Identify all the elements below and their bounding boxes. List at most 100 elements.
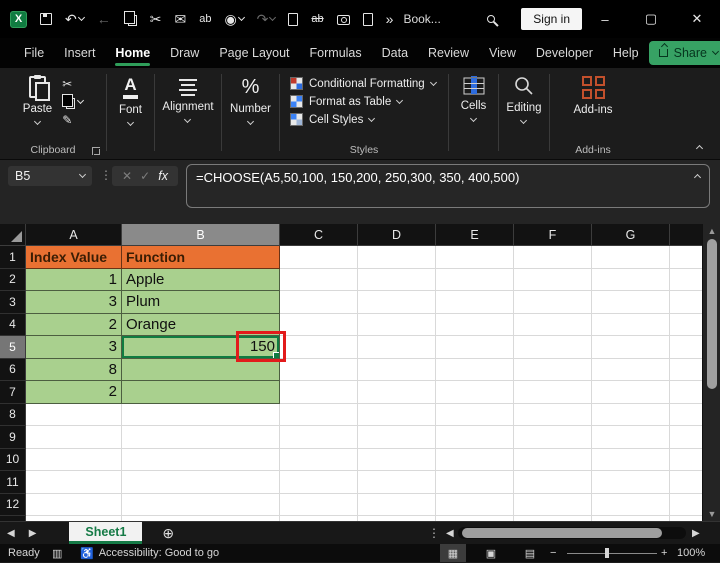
cell-partial-3[interactable] <box>670 291 702 314</box>
cell-G5[interactable] <box>592 336 670 359</box>
addins-button[interactable]: Add-ins <box>574 76 613 116</box>
clipboard-dialog-launcher[interactable] <box>92 147 100 155</box>
camera-icon[interactable] <box>337 13 350 25</box>
cell-B12[interactable] <box>122 494 280 517</box>
row-header-3[interactable]: 3 <box>0 291 26 314</box>
minimize-button[interactable]: – <box>582 0 628 38</box>
enter-icon[interactable]: ✓ <box>140 169 150 183</box>
tab-developer[interactable]: Developer <box>526 40 603 67</box>
replace-icon[interactable]: ab <box>199 13 211 25</box>
tab-review[interactable]: Review <box>418 40 479 67</box>
cell-C10[interactable] <box>280 449 358 472</box>
tab-formulas[interactable]: Formulas <box>300 40 372 67</box>
touch-mode-icon[interactable]: ◉ <box>224 11 243 28</box>
cell-F11[interactable] <box>514 471 592 494</box>
cell-E10[interactable] <box>436 449 514 472</box>
page-layout-view-button[interactable]: ▣ <box>478 544 504 562</box>
cell-F8[interactable] <box>514 404 592 427</box>
zoom-slider-thumb[interactable] <box>605 548 609 558</box>
cell-E7[interactable] <box>436 381 514 404</box>
cell-C6[interactable] <box>280 359 358 382</box>
cell-F5[interactable] <box>514 336 592 359</box>
save-icon[interactable] <box>40 13 52 25</box>
cell-E12[interactable] <box>436 494 514 517</box>
cell-B8[interactable] <box>122 404 280 427</box>
row-header-1[interactable]: 1 <box>0 246 26 269</box>
column-header-B[interactable]: B <box>122 224 280 246</box>
cell-B2[interactable]: Apple <box>122 269 280 292</box>
close-button[interactable]: ✕ <box>674 0 720 38</box>
cell-styles-button[interactable]: Cell Styles <box>290 113 448 126</box>
cell-partial-8[interactable] <box>670 404 702 427</box>
share-button[interactable]: Share <box>649 41 720 65</box>
select-all-corner[interactable] <box>0 224 26 246</box>
cell-A3[interactable]: 3 <box>26 291 122 314</box>
row-header-9[interactable]: 9 <box>0 426 26 449</box>
cell-E1[interactable] <box>436 246 514 269</box>
cell-G4[interactable] <box>592 314 670 337</box>
cell-partial-2[interactable] <box>670 269 702 292</box>
sheet-nav-right-icon[interactable]: ▶ <box>22 528 44 539</box>
column-header-partial[interactable] <box>670 224 702 246</box>
cell-G3[interactable] <box>592 291 670 314</box>
row-header-12[interactable]: 12 <box>0 494 26 517</box>
cell-F3[interactable] <box>514 291 592 314</box>
horizontal-scroll-thumb[interactable] <box>462 528 662 538</box>
cell-D2[interactable] <box>358 269 436 292</box>
cell-G1[interactable] <box>592 246 670 269</box>
cell-D4[interactable] <box>358 314 436 337</box>
cell-A9[interactable] <box>26 426 122 449</box>
cell-C8[interactable] <box>280 404 358 427</box>
vertical-scrollbar[interactable]: ▲ ▼ <box>702 224 720 521</box>
tabbar-options-icon[interactable]: ⋮ <box>428 526 440 540</box>
cell-partial-6[interactable] <box>670 359 702 382</box>
hscroll-left-icon[interactable]: ◀ <box>446 528 454 539</box>
tab-insert[interactable]: Insert <box>54 40 105 67</box>
editing-button[interactable]: Editing <box>506 76 541 123</box>
conditional-formatting-button[interactable]: Conditional Formatting <box>290 77 448 90</box>
cell-E3[interactable] <box>436 291 514 314</box>
cell-B5[interactable]: 150 <box>122 336 280 359</box>
scroll-up-icon[interactable]: ▲ <box>703 224 720 238</box>
normal-view-button[interactable]: ▦ <box>440 544 466 562</box>
cell-F6[interactable] <box>514 359 592 382</box>
cell-D9[interactable] <box>358 426 436 449</box>
more-commands-icon[interactable]: » <box>386 11 394 27</box>
undo-icon[interactable]: ↶ <box>65 11 84 28</box>
cell-D10[interactable] <box>358 449 436 472</box>
cell-D1[interactable] <box>358 246 436 269</box>
cell-partial-11[interactable] <box>670 471 702 494</box>
tab-page-layout[interactable]: Page Layout <box>209 40 299 67</box>
tab-home[interactable]: Home <box>105 40 160 67</box>
cell-partial-5[interactable] <box>670 336 702 359</box>
row-header-5[interactable]: 5 <box>0 336 26 359</box>
cell-A10[interactable] <box>26 449 122 472</box>
insert-function-icon[interactable]: fx <box>158 169 168 183</box>
column-header-C[interactable]: C <box>280 224 358 246</box>
cell-F4[interactable] <box>514 314 592 337</box>
row-header-2[interactable]: 2 <box>0 269 26 292</box>
cell-G6[interactable] <box>592 359 670 382</box>
cell-F1[interactable] <box>514 246 592 269</box>
search-icon[interactable] <box>487 15 495 23</box>
horizontal-scrollbar[interactable] <box>458 527 686 539</box>
cell-A5[interactable]: 3 <box>26 336 122 359</box>
workbook-title[interactable]: Book... <box>403 12 440 26</box>
cell-F10[interactable] <box>514 449 592 472</box>
cell-B1[interactable]: Function <box>122 246 280 269</box>
cell-C1[interactable] <box>280 246 358 269</box>
cell-A7[interactable]: 2 <box>26 381 122 404</box>
email-icon[interactable]: ✉ <box>174 11 186 28</box>
cell-C9[interactable] <box>280 426 358 449</box>
cell-E8[interactable] <box>436 404 514 427</box>
paste-button[interactable]: Paste <box>23 76 52 127</box>
cell-E9[interactable] <box>436 426 514 449</box>
format-as-table-button[interactable]: Format as Table <box>290 95 448 108</box>
cell-E2[interactable] <box>436 269 514 292</box>
column-header-D[interactable]: D <box>358 224 436 246</box>
cell-C3[interactable] <box>280 291 358 314</box>
cell-B7[interactable] <box>122 381 280 404</box>
cell-E4[interactable] <box>436 314 514 337</box>
sign-in-button[interactable]: Sign in <box>521 8 582 30</box>
cells-button[interactable]: Cells <box>461 76 487 121</box>
